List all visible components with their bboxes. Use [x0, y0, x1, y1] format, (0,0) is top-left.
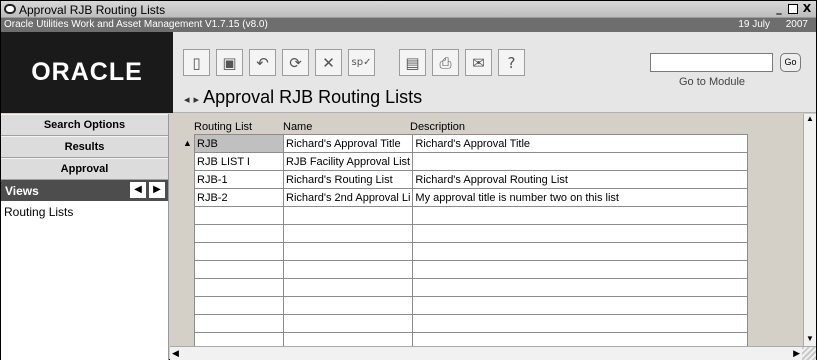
cell-name[interactable]: Richard's Routing List: [282, 170, 414, 189]
grid-table: RJB Richard's Approval Title Richard's App…: [194, 134, 749, 351]
save-icon[interactable]: ▣: [216, 49, 243, 76]
scroll-right-icon[interactable]: ▶: [793, 348, 800, 359]
restore-button[interactable]: [788, 4, 798, 14]
table-row[interactable]: RJB LIST I RJB Facility Approval List: [194, 152, 749, 171]
cell-routing-list[interactable]: [194, 260, 284, 279]
cell-description[interactable]: [412, 314, 749, 333]
cell-description[interactable]: [412, 278, 749, 297]
goto-module-label: Go to Module: [679, 76, 746, 88]
new-icon[interactable]: ▯: [183, 49, 210, 76]
table-row[interactable]: [194, 206, 749, 225]
cell-description[interactable]: [412, 260, 749, 279]
toolbar: ▯ ▣ ↶ ⟳ ✕ sp✓ ▤ ⎙ ✉?: [183, 49, 531, 76]
cell-name[interactable]: [282, 242, 414, 261]
page-title-row: ◂ ▸ Approval RJB Routing Lists: [184, 87, 422, 108]
view-item-routing-lists[interactable]: Routing Lists: [1, 201, 168, 223]
scroll-up-icon[interactable]: ▲: [804, 114, 816, 126]
table-row[interactable]: RJB Richard's Approval Title Richard's App…: [194, 134, 749, 153]
window-title: Approval RJB Routing Lists: [19, 3, 166, 17]
cell-name[interactable]: [282, 260, 414, 279]
cell-routing-list[interactable]: [194, 296, 284, 315]
cell-routing-list[interactable]: [194, 242, 284, 261]
views-header: Views ◀ ▶: [1, 180, 168, 201]
title-bar: Approval RJB Routing Lists _ X: [1, 1, 816, 18]
table-row[interactable]: [194, 314, 749, 333]
main-content: Routing List Name Description ▲ RJB Richa…: [170, 114, 816, 360]
views-prev-icon[interactable]: ◀: [130, 182, 146, 198]
cell-routing-list[interactable]: [194, 206, 284, 225]
cell-name[interactable]: [282, 206, 414, 225]
nav-next-icon[interactable]: ▸: [194, 93, 200, 106]
scroll-down-icon[interactable]: ▼: [804, 334, 816, 346]
approval-button[interactable]: Approval: [1, 158, 168, 180]
help-icon[interactable]: ?: [498, 49, 525, 76]
table-row[interactable]: [194, 224, 749, 243]
cell-description[interactable]: [412, 206, 749, 225]
vertical-scrollbar[interactable]: ▲ ▼: [803, 114, 816, 346]
table-row[interactable]: RJB-2 Richard's 2nd Approval Li My approva…: [194, 188, 749, 207]
cell-routing-list[interactable]: RJB LIST I: [194, 152, 284, 171]
column-header-name[interactable]: Name: [283, 121, 312, 133]
goto-module-input[interactable]: [650, 53, 773, 72]
results-button[interactable]: Results: [1, 136, 168, 158]
report-icon[interactable]: ▤: [399, 49, 426, 76]
resize-grip[interactable]: [802, 347, 816, 360]
cell-name[interactable]: [282, 314, 414, 333]
cell-description[interactable]: My approval title is number two on this …: [412, 188, 749, 207]
application-window: Approval RJB Routing Lists _ X Oracle Ut…: [0, 0, 817, 360]
current-row-indicator: ▲: [183, 138, 192, 148]
minimize-button[interactable]: _: [772, 3, 786, 16]
cell-routing-list[interactable]: [194, 314, 284, 333]
table-row[interactable]: RJB-1 Richard's Routing List Richard's App…: [194, 170, 749, 189]
app-info-bar: Oracle Utilities Work and Asset Manageme…: [1, 18, 816, 32]
refresh-icon[interactable]: ⟳: [282, 49, 309, 76]
cell-description[interactable]: [412, 296, 749, 315]
delete-icon[interactable]: ✕: [315, 49, 342, 76]
cell-description[interactable]: [412, 242, 749, 261]
scroll-left-icon[interactable]: ◀: [172, 348, 179, 359]
app-icon: [4, 4, 16, 14]
cell-routing-list[interactable]: [194, 224, 284, 243]
cell-name[interactable]: [282, 224, 414, 243]
cell-name[interactable]: Richard's Approval Title: [282, 134, 414, 153]
horizontal-scrollbar[interactable]: ◀ ▶: [170, 346, 816, 360]
routing-list-grid: Routing List Name Description ▲ RJB Richa…: [170, 114, 800, 360]
views-label: Views: [5, 184, 39, 198]
go-button[interactable]: Go: [780, 53, 801, 72]
search-options-button[interactable]: Search Options: [1, 114, 168, 136]
close-button[interactable]: X: [800, 3, 814, 16]
column-header-routing-list[interactable]: Routing List: [194, 121, 252, 133]
cell-name[interactable]: [282, 278, 414, 297]
spellcheck-icon[interactable]: sp✓: [348, 49, 375, 76]
date-label: 19 July: [738, 19, 770, 30]
cell-routing-list[interactable]: RJB-1: [194, 170, 284, 189]
column-header-description[interactable]: Description: [410, 121, 465, 133]
page-title: Approval RJB Routing Lists: [203, 87, 423, 107]
views-next-icon[interactable]: ▶: [149, 182, 165, 198]
cell-name[interactable]: [282, 296, 414, 315]
app-name: Oracle Utilities Work and Asset Manageme…: [4, 19, 268, 30]
cell-name[interactable]: RJB Facility Approval List: [282, 152, 414, 171]
table-row[interactable]: [194, 242, 749, 261]
oracle-logo: ORACLE: [1, 32, 173, 113]
cell-description[interactable]: [412, 224, 749, 243]
table-row[interactable]: [194, 278, 749, 297]
cell-description[interactable]: Richard's Approval Routing List: [412, 170, 749, 189]
cell-description[interactable]: [412, 152, 749, 171]
year-label: 2007: [785, 19, 808, 30]
nav-prev-icon[interactable]: ◂: [184, 93, 190, 106]
cell-routing-list[interactable]: [194, 278, 284, 297]
table-row[interactable]: [194, 296, 749, 315]
cell-routing-list[interactable]: RJB: [194, 134, 284, 153]
header: ORACLE ▯ ▣ ↶ ⟳ ✕ sp✓ ▤ ⎙ ✉? ◂ ▸ Approval RJB Routi…: [1, 32, 816, 113]
left-panel: Search Options Results Approval Views ◀ …: [1, 114, 169, 360]
mail-icon[interactable]: ✉: [465, 49, 492, 76]
print-icon[interactable]: ⎙: [432, 49, 459, 76]
table-row[interactable]: [194, 260, 749, 279]
cell-name[interactable]: Richard's 2nd Approval Li: [282, 188, 414, 207]
undo-icon[interactable]: ↶: [249, 49, 276, 76]
cell-description[interactable]: Richard's Approval Title: [412, 134, 749, 153]
cell-routing-list[interactable]: RJB-2: [194, 188, 284, 207]
